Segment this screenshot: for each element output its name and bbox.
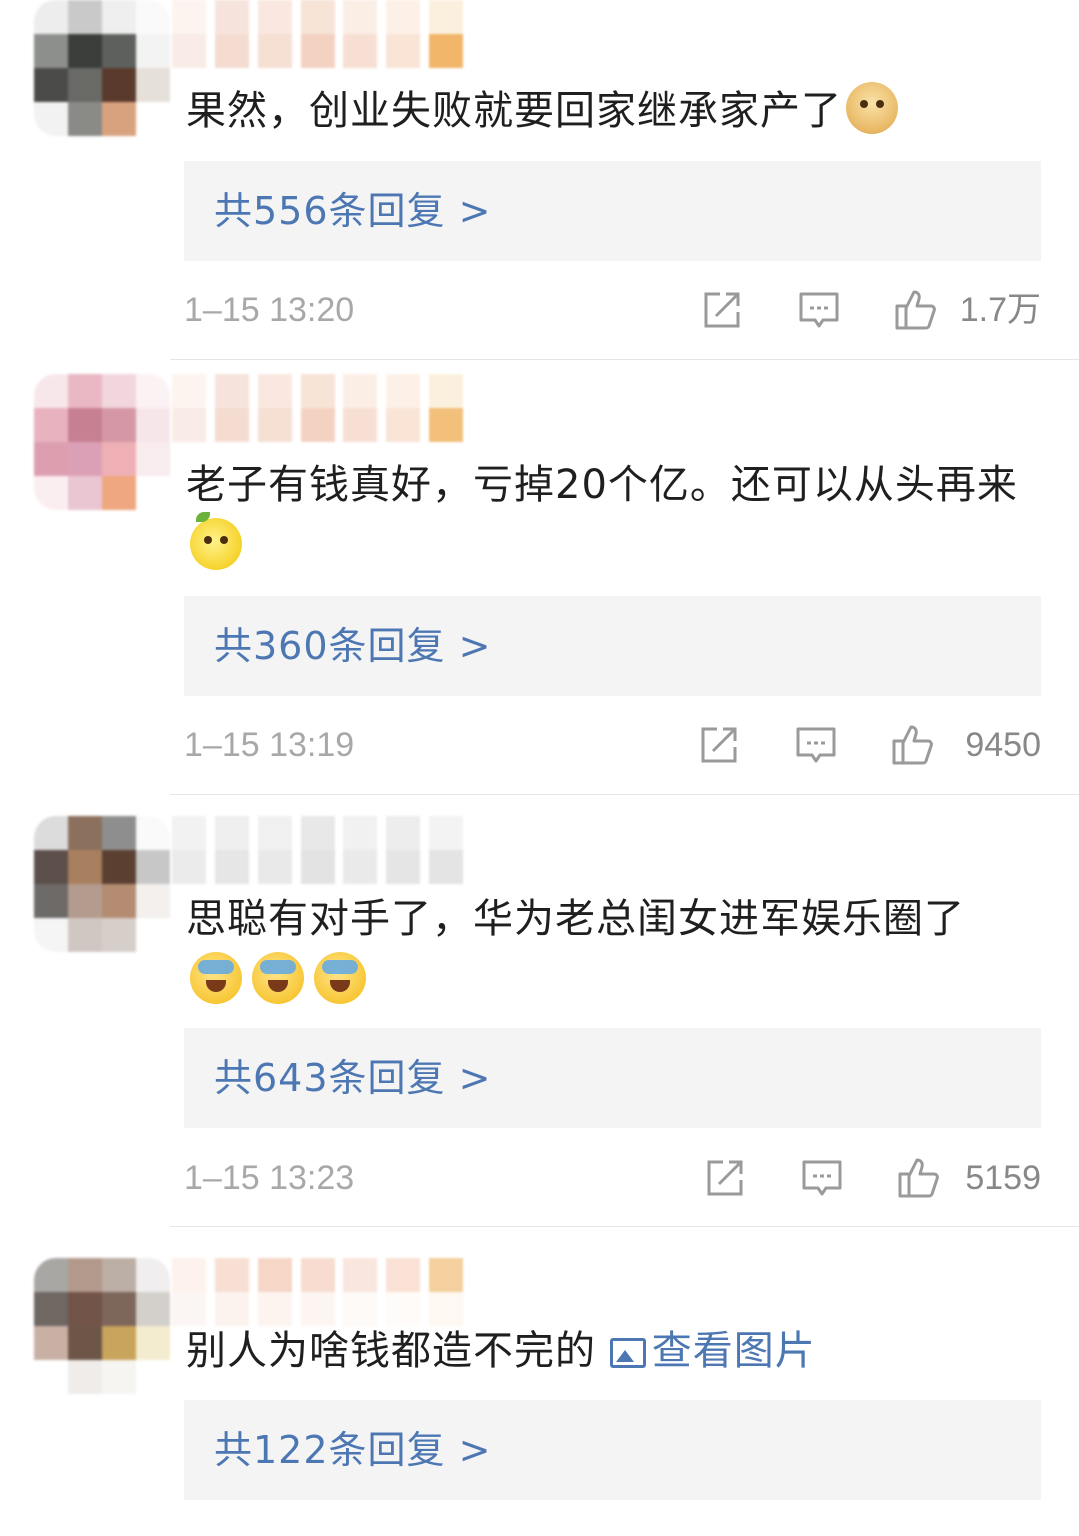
thumbs-up-icon[interactable] — [893, 288, 937, 332]
view-replies-button[interactable]: 共360条回复 > — [184, 596, 1041, 696]
username[interactable] — [172, 374, 472, 442]
laugh-cry-emoji-icon — [314, 952, 366, 1004]
reply-count-label: 共556条回复 > — [214, 189, 492, 233]
thumbs-up-icon[interactable] — [890, 723, 934, 767]
reply-count-label: 共360条回复 > — [214, 624, 492, 668]
username[interactable] — [172, 816, 472, 884]
avatar[interactable] — [34, 1258, 170, 1394]
comment-body: 果然，创业失败就要回家继承家产了 — [186, 88, 842, 134]
view-replies-button[interactable]: 共643条回复 > — [184, 1028, 1041, 1128]
reply-count-label: 共122条回复 > — [214, 1428, 492, 1472]
username[interactable] — [172, 1258, 472, 1326]
comment-text: 老子有钱真好，亏掉20个亿。还可以从头再来 — [186, 454, 1046, 578]
view-image-label: 查看图片 — [651, 1328, 816, 1374]
comment-icon[interactable] — [800, 1156, 844, 1200]
like-count: 1.7万 — [959, 291, 1041, 329]
like-count: 9450 — [965, 726, 1041, 764]
comment-meta: 1–15 13:23 5159 — [184, 1148, 1041, 1208]
share-icon[interactable] — [697, 723, 741, 767]
like-count: 5159 — [965, 1159, 1041, 1197]
comment-text: 思聪有对手了，华为老总闺女进军娱乐圈了 — [186, 888, 1046, 1012]
avatar[interactable] — [34, 0, 170, 136]
avatar[interactable] — [34, 816, 170, 952]
laugh-cry-emoji-icon — [190, 952, 242, 1004]
view-replies-button[interactable]: 共556条回复 > — [184, 161, 1041, 261]
thumbs-up-icon[interactable] — [896, 1156, 940, 1200]
username[interactable] — [172, 0, 472, 68]
comment-meta: 1–15 13:19 9450 — [184, 715, 1041, 775]
timestamp: 1–15 13:19 — [184, 726, 355, 764]
comment-body: 别人为啥钱都造不完的 — [186, 1328, 596, 1374]
divider — [170, 359, 1079, 360]
picture-icon — [609, 1338, 646, 1368]
share-icon[interactable] — [703, 1156, 747, 1200]
view-replies-button[interactable]: 共122条回复 > — [184, 1400, 1041, 1500]
comment-icon[interactable] — [794, 723, 838, 767]
comment-body: 思聪有对手了，华为老总闺女进军娱乐圈了 — [186, 896, 965, 942]
comment-meta: 1–15 13:20 1.7万 — [184, 280, 1041, 340]
avatar[interactable] — [34, 374, 170, 510]
comment-icon[interactable] — [797, 288, 841, 332]
doge-emoji-icon — [846, 82, 898, 134]
laugh-cry-emoji-icon — [252, 952, 304, 1004]
timestamp: 1–15 13:23 — [184, 1159, 355, 1197]
comment-text: 果然，创业失败就要回家继承家产了 — [186, 80, 1046, 142]
divider — [170, 794, 1079, 795]
view-image-link[interactable]: 查看图片 — [609, 1328, 816, 1374]
share-icon[interactable] — [700, 288, 744, 332]
timestamp: 1–15 13:20 — [184, 291, 355, 329]
comment-body: 老子有钱真好，亏掉20个亿。还可以从头再来 — [186, 462, 1018, 508]
reply-count-label: 共643条回复 > — [214, 1056, 492, 1100]
lemon-emoji-icon — [190, 512, 242, 570]
divider — [170, 1226, 1079, 1227]
comment-text: 别人为啥钱都造不完的 查看图片 — [186, 1320, 1046, 1382]
